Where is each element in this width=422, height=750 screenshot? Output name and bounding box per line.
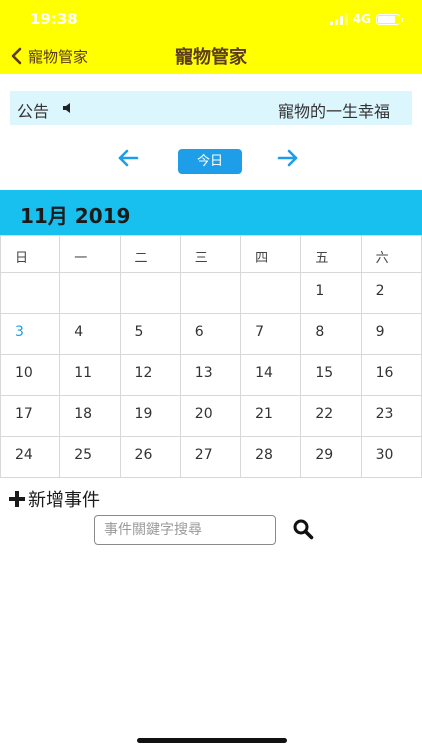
weekday-label: 日 bbox=[0, 235, 61, 273]
calendar-day[interactable]: 22 bbox=[301, 396, 362, 437]
calendar-day[interactable]: 25 bbox=[60, 437, 121, 478]
calendar-day[interactable]: 17 bbox=[0, 396, 61, 437]
calendar-day[interactable]: 12 bbox=[120, 355, 181, 396]
weekday-label: 二 bbox=[120, 235, 181, 273]
weekday-header-row: 日 一 二 三 四 五 六 bbox=[0, 235, 422, 273]
calendar-day[interactable]: 20 bbox=[180, 396, 242, 437]
calendar-day[interactable] bbox=[241, 273, 302, 314]
calendar-week-row: 10 11 12 13 14 15 16 bbox=[0, 355, 422, 396]
calendar-day[interactable] bbox=[0, 273, 61, 314]
calendar-week-row: 17 18 19 20 21 22 23 bbox=[0, 396, 422, 437]
header: 19:38 4G 寵物管家 寵物管家 bbox=[0, 0, 422, 74]
calendar-day[interactable]: 16 bbox=[361, 355, 422, 396]
calendar-day[interactable]: 27 bbox=[180, 437, 242, 478]
add-event-button[interactable]: 新增事件 bbox=[8, 486, 100, 512]
previous-month-button[interactable] bbox=[116, 146, 140, 170]
today-button[interactable]: 今日 bbox=[178, 149, 242, 174]
arrow-left-icon bbox=[118, 149, 139, 167]
weekday-label: 三 bbox=[180, 235, 242, 273]
calendar-week-row: 3 4 5 6 7 8 9 bbox=[0, 314, 422, 355]
plus-icon bbox=[9, 491, 25, 507]
app-screen: 19:38 4G 寵物管家 寵物管家 公告 寵物的一生幸福 今日 11月 201… bbox=[0, 0, 422, 750]
status-indicators: 4G bbox=[329, 11, 403, 27]
calendar-day[interactable]: 1 bbox=[301, 273, 362, 314]
weekday-label: 四 bbox=[241, 235, 302, 273]
calendar-grid: 日 一 二 三 四 五 六 1 2 3 4 5 6 7 8 9 10 11 12… bbox=[0, 235, 422, 478]
calendar-week-row: 24 25 26 27 28 29 30 bbox=[0, 437, 422, 478]
weekday-label: 一 bbox=[60, 235, 121, 273]
weekday-label: 五 bbox=[301, 235, 362, 273]
calendar-day[interactable]: 30 bbox=[361, 437, 422, 478]
calendar-day[interactable]: 5 bbox=[120, 314, 181, 355]
event-search-input[interactable] bbox=[94, 515, 276, 545]
nav-bar: 寵物管家 寵物管家 bbox=[0, 38, 422, 74]
search-icon[interactable] bbox=[292, 518, 314, 540]
calendar-day[interactable]: 8 bbox=[301, 314, 362, 355]
calendar-day[interactable]: 13 bbox=[180, 355, 242, 396]
speaker-icon bbox=[63, 103, 70, 113]
calendar-day[interactable] bbox=[180, 273, 242, 314]
calendar-day[interactable]: 4 bbox=[60, 314, 121, 355]
calendar-day[interactable]: 18 bbox=[60, 396, 121, 437]
calendar-day[interactable]: 2 bbox=[361, 273, 422, 314]
month-title: 11月 2019 bbox=[20, 204, 131, 228]
announcement-text: 寵物的一生幸福 bbox=[278, 102, 391, 121]
weekday-label: 六 bbox=[361, 235, 422, 273]
calendar-day[interactable]: 9 bbox=[361, 314, 422, 355]
arrow-right-icon bbox=[277, 149, 298, 167]
calendar-day[interactable]: 6 bbox=[180, 314, 242, 355]
signal-icon bbox=[329, 13, 348, 25]
home-indicator bbox=[137, 738, 287, 743]
status-bar: 19:38 4G bbox=[0, 0, 422, 38]
calendar-day[interactable]: 11 bbox=[60, 355, 121, 396]
calendar-day-today[interactable]: 3 bbox=[0, 314, 61, 355]
calendar-week-row: 1 2 bbox=[0, 273, 422, 314]
calendar-day[interactable]: 28 bbox=[241, 437, 302, 478]
calendar-day[interactable] bbox=[120, 273, 181, 314]
calendar-day[interactable]: 7 bbox=[241, 314, 302, 355]
calendar-day[interactable]: 14 bbox=[241, 355, 302, 396]
battery-icon bbox=[376, 13, 403, 25]
status-time: 19:38 bbox=[30, 10, 78, 28]
calendar-day[interactable]: 19 bbox=[120, 396, 181, 437]
battery-fill bbox=[378, 15, 395, 23]
month-header: 11月 2019 bbox=[0, 190, 422, 235]
network-label: 4G bbox=[352, 12, 371, 26]
calendar-day[interactable]: 26 bbox=[120, 437, 181, 478]
calendar-day[interactable]: 21 bbox=[241, 396, 302, 437]
announcement-label: 公告 bbox=[17, 102, 50, 121]
announcement-bar[interactable]: 公告 寵物的一生幸福 bbox=[10, 91, 412, 125]
calendar-day[interactable]: 10 bbox=[0, 355, 61, 396]
next-month-button[interactable] bbox=[276, 146, 300, 170]
calendar-day[interactable]: 15 bbox=[301, 355, 362, 396]
calendar-day[interactable]: 23 bbox=[361, 396, 422, 437]
page-title: 寵物管家 bbox=[175, 47, 247, 68]
calendar-day[interactable]: 29 bbox=[301, 437, 362, 478]
calendar-day[interactable] bbox=[60, 273, 121, 314]
calendar-day[interactable]: 24 bbox=[0, 437, 61, 478]
add-event-label: 新增事件 bbox=[28, 490, 100, 511]
